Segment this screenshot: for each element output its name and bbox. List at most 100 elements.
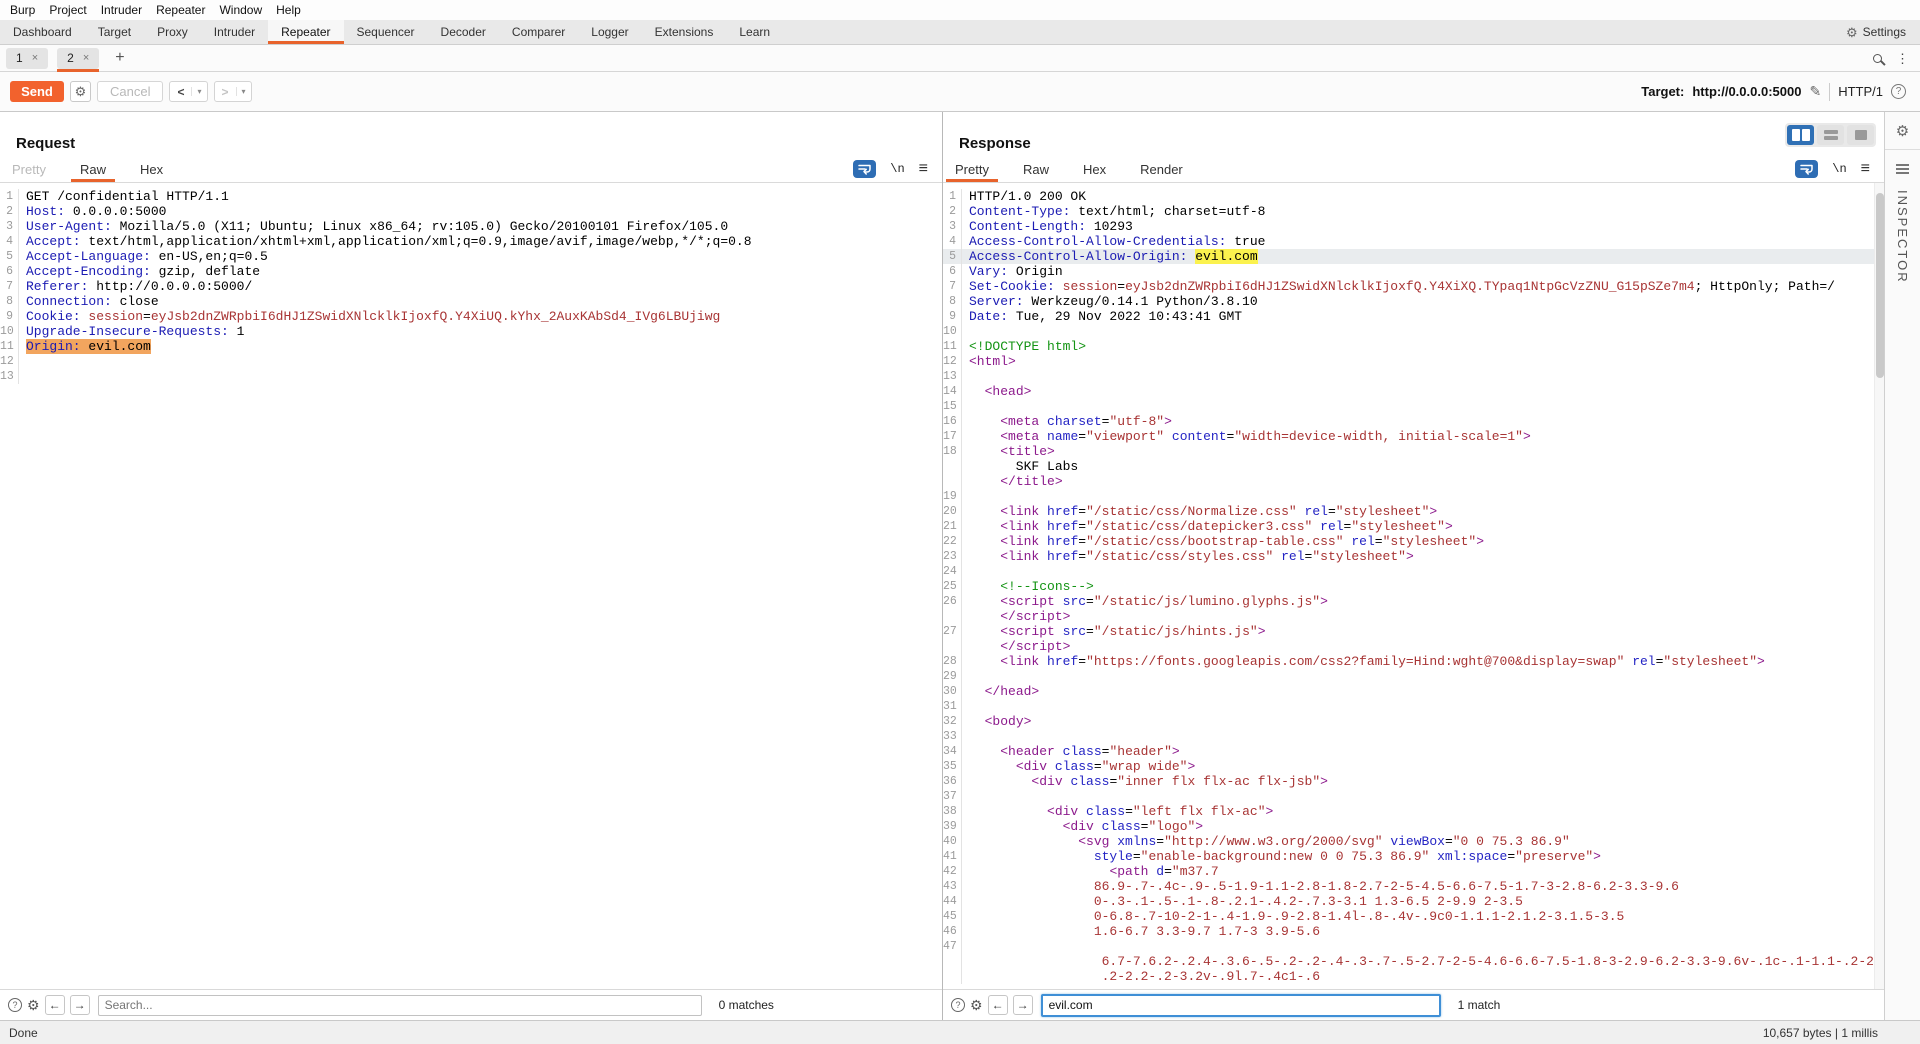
tab-render[interactable]: Render (1129, 156, 1194, 182)
line-number: 13 (943, 369, 962, 384)
inspector-sidebar[interactable]: ⚙ INSPECTOR (1884, 112, 1920, 1020)
status-text: Done (9, 1025, 38, 1040)
line-number: 35 (943, 759, 962, 774)
search-previous-button[interactable]: ← (44, 995, 65, 1015)
code-line: 46 1.6-6.7 3.3-9.7 1.7-3 3.9-5.6 (943, 924, 1884, 939)
tab-pretty[interactable]: Pretty (944, 156, 1000, 182)
search-settings-icon[interactable]: ⚙ (27, 998, 40, 1012)
tab-intruder[interactable]: Intruder (201, 20, 268, 44)
tab-comparer[interactable]: Comparer (499, 20, 578, 44)
word-wrap-toggle-icon[interactable] (853, 160, 877, 178)
code-text: Referer: http://0.0.0.0:5000/ (26, 279, 253, 294)
search-next-button[interactable]: → (69, 995, 90, 1015)
settings-button[interactable]: ⚙ Settings (1846, 20, 1920, 44)
inspector-label[interactable]: INSPECTOR (1895, 190, 1910, 284)
layout-columns-button[interactable] (1787, 125, 1814, 145)
line-number: 47 (943, 939, 962, 954)
tab-decoder[interactable]: Decoder (428, 20, 499, 44)
line-number: 13 (0, 369, 19, 384)
edit-target-icon[interactable]: ✎ (1809, 83, 1821, 100)
repeater-tab-bar: 1 × 2 × + ⋮ (0, 45, 1920, 72)
request-editor[interactable]: 1 GET /confidential HTTP/1.1 2 Host: 0.0.0.… (0, 183, 942, 989)
search-help-icon[interactable]: ? (8, 998, 22, 1012)
response-size-time: 10,657 bytes | 1 millis (1762, 1025, 1878, 1040)
tab-logger[interactable]: Logger (578, 20, 641, 44)
tab-learn[interactable]: Learn (726, 20, 783, 44)
scrollbar[interactable] (1874, 183, 1884, 989)
response-panel: Response Pretty Raw Hex Render \n ≡ 1 HTTP/1… (943, 112, 1884, 1020)
line-number: 10 (943, 324, 962, 339)
show-newlines-toggle[interactable]: \n (1832, 162, 1846, 176)
code-text: <div class="wrap wide"> (1015, 759, 1196, 774)
chevron-down-icon[interactable]: ▾ (191, 87, 206, 96)
tab-dashboard[interactable]: Dashboard (0, 20, 85, 44)
request-search-input[interactable] (97, 994, 702, 1016)
show-newlines-toggle[interactable]: \n (890, 162, 904, 176)
back-icon: < (177, 84, 185, 99)
send-button[interactable]: Send (10, 81, 64, 102)
line-number: 42 (943, 864, 962, 879)
tab-sequencer[interactable]: Sequencer (344, 20, 428, 44)
tab-raw[interactable]: Raw (69, 156, 117, 182)
gear-icon: ⚙ (74, 84, 87, 99)
layout-single-button[interactable] (1847, 125, 1874, 145)
scrollbar-thumb[interactable] (1876, 193, 1884, 378)
settings-label: Settings (1862, 25, 1906, 39)
word-wrap-toggle-icon[interactable] (1795, 160, 1819, 178)
search-next-button[interactable]: → (1012, 995, 1033, 1015)
code-text: Connection: close (26, 294, 159, 309)
new-repeater-tab-button[interactable]: + (108, 49, 131, 67)
send-settings-button[interactable]: ⚙ (70, 81, 91, 102)
code-text: Accept-Encoding: gzip, deflate (26, 264, 261, 279)
history-back-button[interactable]: < ▾ (169, 81, 208, 102)
close-icon[interactable]: × (32, 52, 38, 64)
code-line: 23 <link href="/static/css/styles.css" r… (943, 549, 1884, 564)
search-icon[interactable] (1873, 53, 1882, 63)
layout-rows-button[interactable] (1817, 125, 1844, 145)
response-editor[interactable]: 1 HTTP/1.0 200 OK 2 Content-Type: text/html… (943, 183, 1884, 989)
tab-extensions[interactable]: Extensions (642, 20, 727, 44)
tab-target[interactable]: Target (85, 20, 144, 44)
gear-icon[interactable]: ⚙ (1896, 124, 1909, 139)
code-line: 10 Upgrade-Insecure-Requests: 1 (0, 324, 942, 339)
code-line: 13 (943, 369, 1884, 384)
menu-window[interactable]: Window (213, 1, 268, 19)
tab-proxy[interactable]: Proxy (144, 20, 201, 44)
repeater-tab-2[interactable]: 2 × (57, 47, 100, 72)
tab-repeater[interactable]: Repeater (268, 20, 344, 44)
tab-pretty[interactable]: Pretty (1, 156, 57, 182)
menu-burp[interactable]: Burp (4, 1, 41, 19)
line-number: 6 (943, 264, 962, 279)
cancel-button[interactable]: Cancel (97, 81, 164, 102)
editor-menu-icon[interactable]: ≡ (1861, 161, 1870, 177)
line-number (943, 639, 962, 654)
line-number: 3 (0, 219, 19, 234)
line-number: 37 (943, 789, 962, 804)
line-number (943, 609, 962, 624)
history-forward-button[interactable]: > ▾ (213, 81, 252, 102)
menu-project[interactable]: Project (43, 1, 92, 19)
help-icon[interactable]: ? (1891, 84, 1906, 99)
editor-menu-icon[interactable]: ≡ (919, 161, 928, 177)
tab-hex[interactable]: Hex (1072, 156, 1117, 182)
tab-hex[interactable]: Hex (129, 156, 174, 182)
tab-raw[interactable]: Raw (1012, 156, 1060, 182)
response-search-input[interactable] (1040, 993, 1441, 1017)
repeater-tab-1[interactable]: 1 × (6, 47, 49, 69)
search-previous-button[interactable]: ← (987, 995, 1008, 1015)
menu-help[interactable]: Help (270, 1, 307, 19)
search-help-icon[interactable]: ? (951, 998, 965, 1012)
search-settings-icon[interactable]: ⚙ (970, 998, 983, 1012)
code-text: <link href="/static/css/datepicker3.css"… (1000, 519, 1453, 534)
inspector-lines-icon[interactable] (1896, 164, 1909, 166)
more-options-icon[interactable]: ⋮ (1896, 52, 1909, 65)
close-icon[interactable]: × (83, 52, 89, 64)
menu-repeater[interactable]: Repeater (150, 1, 211, 19)
code-text: <div class="logo"> (1062, 819, 1204, 834)
code-line: 2 Content-Type: text/html; charset=utf-8 (943, 204, 1884, 219)
chevron-down-icon[interactable]: ▾ (235, 87, 251, 96)
menu-intruder[interactable]: Intruder (95, 1, 148, 19)
http-version-selector[interactable]: HTTP/1 (1838, 84, 1883, 99)
